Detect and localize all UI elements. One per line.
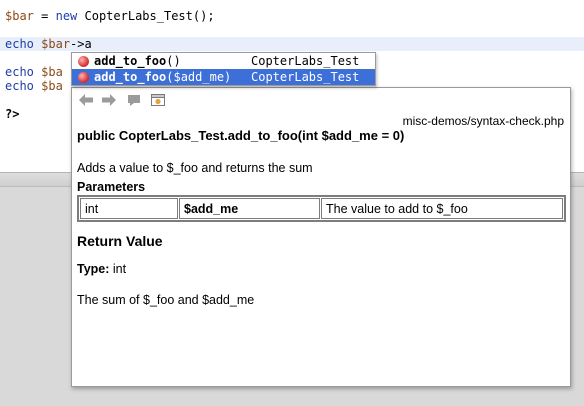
param-name: $add_me (179, 198, 320, 219)
code-keyword: echo (5, 79, 34, 93)
doc-parameters-heading: Parameters (77, 180, 146, 194)
code-keyword: new (55, 9, 78, 23)
goto-source-icon[interactable] (125, 92, 143, 108)
doc-return-type: Type: int (77, 262, 126, 276)
code-line-1[interactable]: $bar = new CopterLabs_Test(); (5, 9, 215, 23)
open-browser-icon[interactable] (149, 92, 167, 108)
code-line-4[interactable]: echo $ba (5, 79, 63, 93)
doc-return-heading: Return Value (77, 233, 163, 249)
code-variable: $ba (41, 79, 63, 93)
completion-item-selected[interactable]: add_to_foo($add_me) CopterLabs_Test (72, 69, 375, 85)
table-row: int $add_me The value to add to $_foo (80, 198, 563, 219)
code-line-2-current[interactable]: echo $bar->a (0, 37, 584, 51)
completion-item-name: add_to_foo($add_me) (94, 70, 232, 84)
doc-description: Adds a value to $_foo and returns the su… (77, 161, 313, 175)
completion-item-class: CopterLabs_Test (251, 70, 360, 84)
code-keyword: echo (5, 65, 34, 79)
doc-signature: public CopterLabs_Test.add_to_foo(int $a… (77, 128, 405, 143)
code-line-5[interactable]: ?> (5, 107, 19, 121)
completion-item[interactable]: add_to_foo() CopterLabs_Test (72, 53, 375, 69)
code-text: CopterLabs_Test(); (77, 9, 215, 23)
doc-return-description: The sum of $_foo and $add_me (77, 293, 255, 307)
code-completion-popup[interactable]: add_to_foo() CopterLabs_Test add_to_foo(… (71, 52, 376, 86)
doc-file-path: misc-demos/syntax-check.php (402, 114, 564, 128)
doc-type-value: int (109, 262, 127, 276)
documentation-popup[interactable]: misc-demos/syntax-check.php public Copte… (71, 87, 571, 387)
code-variable: $bar (5, 9, 34, 23)
code-keyword: echo (5, 37, 34, 51)
doc-type-label: Type: (77, 262, 110, 276)
param-type: int (80, 198, 178, 219)
code-variable: $bar (41, 37, 71, 51)
forward-arrow-icon[interactable] (100, 92, 118, 108)
method-icon (78, 72, 89, 83)
code-text: ->a (70, 37, 92, 51)
code-variable: $ba (41, 65, 63, 79)
completion-item-name: add_to_foo() (94, 54, 181, 68)
code-operator: = (33, 9, 56, 23)
doc-toolbar (72, 88, 570, 112)
completion-item-class: CopterLabs_Test (251, 54, 360, 68)
parameters-table: int $add_me The value to add to $_foo (77, 195, 566, 222)
code-line-3[interactable]: echo $ba (5, 65, 63, 79)
method-icon (78, 56, 89, 67)
param-description: The value to add to $_foo (321, 198, 563, 219)
